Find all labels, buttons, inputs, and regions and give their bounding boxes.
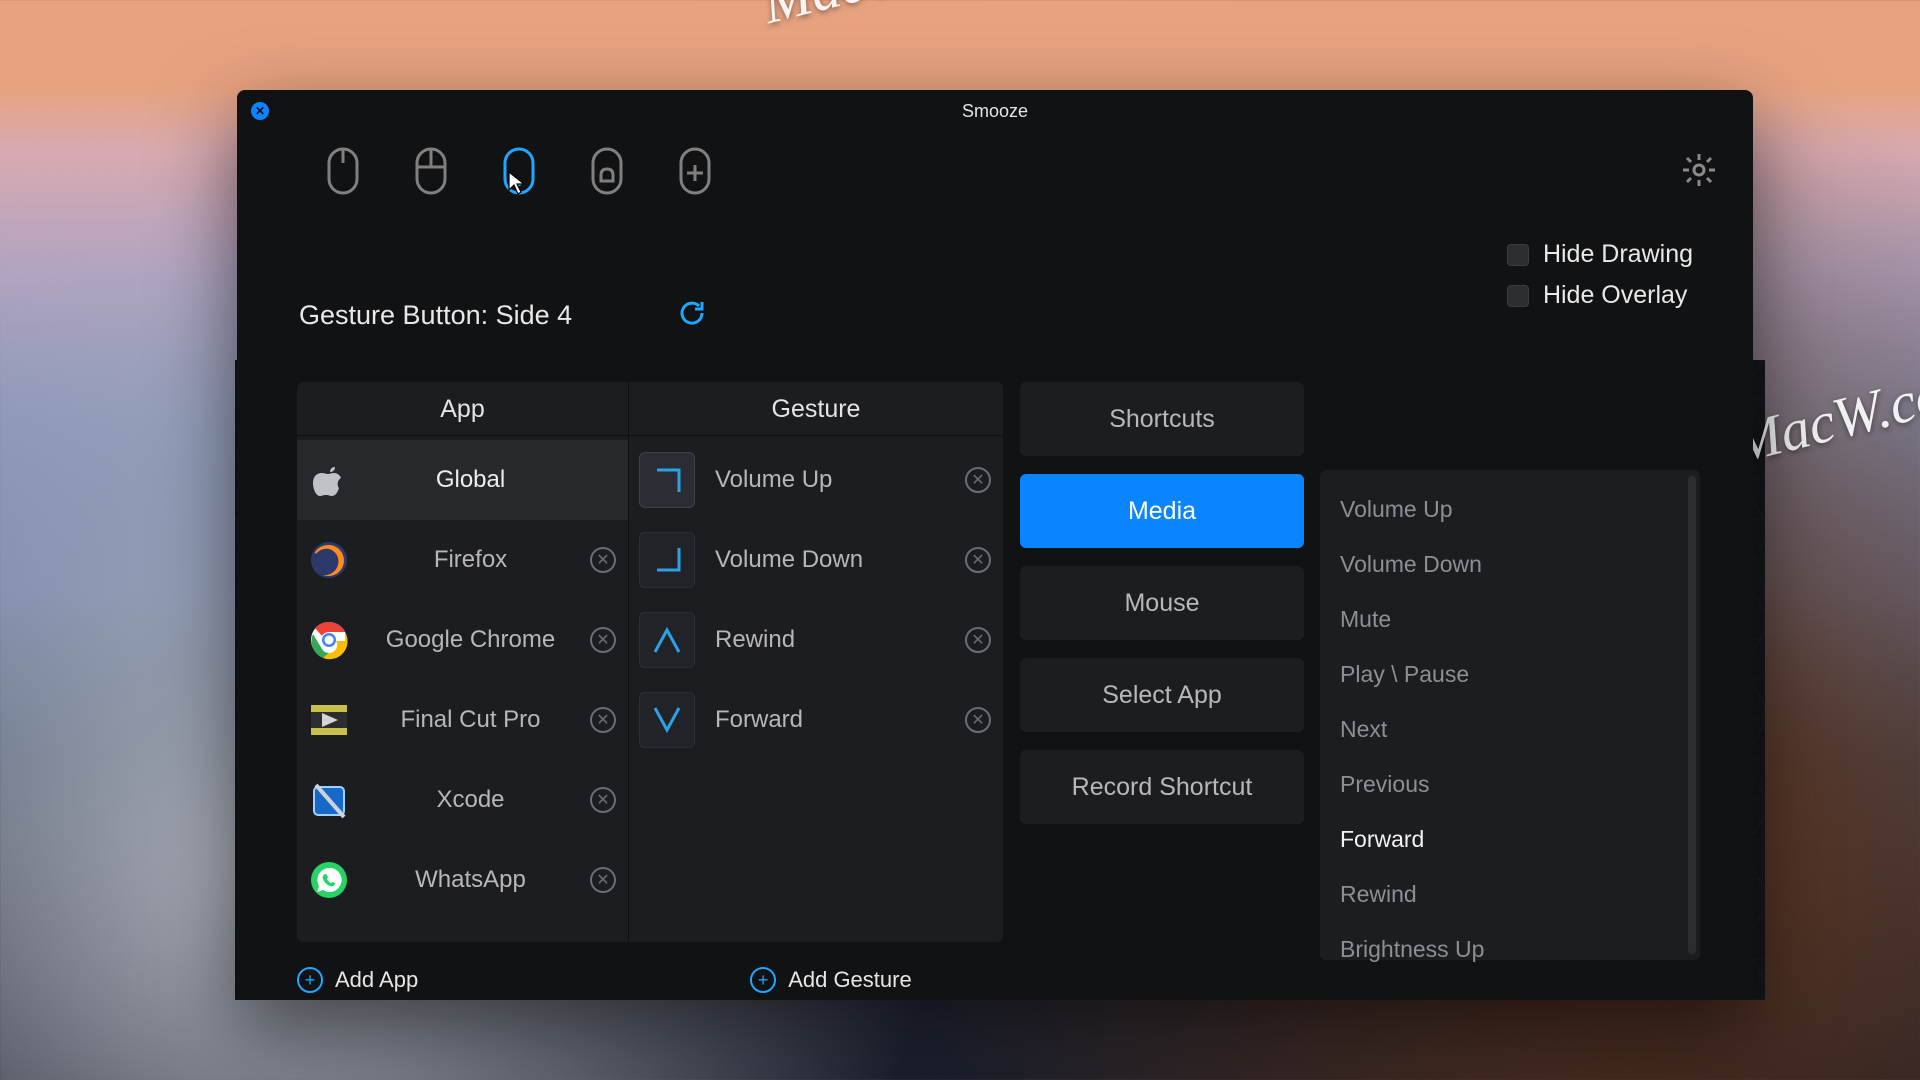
watermark: MacW.com <box>756 0 1022 37</box>
hide-drawing-label: Hide Drawing <box>1543 240 1693 269</box>
plus-icon: + <box>297 967 323 993</box>
window-title: Smooze <box>962 101 1028 121</box>
app-row[interactable]: Google Chrome ✕ <box>297 600 628 680</box>
settings-button[interactable] <box>1681 152 1717 193</box>
gesture-thumb-icon <box>639 612 695 668</box>
gesture-row[interactable]: Rewind ✕ <box>629 600 1003 680</box>
app-row[interactable]: Final Cut Pro ✕ <box>297 680 628 760</box>
hide-overlay-label: Hide Overlay <box>1543 281 1688 310</box>
action-item[interactable]: Mute <box>1320 592 1700 647</box>
refresh-button[interactable] <box>677 298 707 333</box>
action-item[interactable]: Next <box>1320 702 1700 757</box>
close-button[interactable]: ✕ <box>251 102 269 120</box>
category-list: Shortcuts Media Mouse Select App Record Shor… <box>1020 382 1304 824</box>
scrollbar[interactable] <box>1688 476 1696 954</box>
gesture-thumb-icon <box>639 532 695 588</box>
category-button[interactable]: Mouse <box>1020 566 1304 640</box>
remove-gesture-button[interactable]: ✕ <box>965 627 991 653</box>
add-gesture-button[interactable]: + Add Gesture <box>750 962 912 998</box>
chrome-icon <box>307 618 351 662</box>
gesture-row[interactable]: Volume Down ✕ <box>629 520 1003 600</box>
cursor-icon <box>507 170 527 201</box>
app-row[interactable]: WhatsApp ✕ <box>297 840 628 920</box>
app-name: Google Chrome <box>365 626 576 654</box>
action-list: Volume UpVolume DownMutePlay \ PauseNext… <box>1320 470 1700 960</box>
app-row[interactable]: Xcode ✕ <box>297 760 628 840</box>
remove-app-button[interactable]: ✕ <box>590 547 616 573</box>
add-gesture-label: Add Gesture <box>788 967 912 993</box>
gestures-column-header: Gesture <box>629 382 1003 436</box>
category-button[interactable]: Media <box>1020 474 1304 548</box>
firefox-icon <box>307 538 351 582</box>
apps-gestures-panel: App GlobalFirefox✕Google Chrome✕Final Cu… <box>297 382 1003 942</box>
plus-icon: + <box>750 967 776 993</box>
apps-column-header: App <box>297 382 628 436</box>
action-item[interactable]: Previous <box>1320 757 1700 812</box>
action-item[interactable]: Brightness Up <box>1320 922 1700 977</box>
category-button[interactable]: Select App <box>1020 658 1304 732</box>
app-name: Xcode <box>365 786 576 814</box>
gesture-row[interactable]: Forward ✕ <box>629 680 1003 760</box>
gesture-row[interactable]: Volume Up ✕ <box>629 440 1003 520</box>
gesture-thumb-icon <box>639 452 695 508</box>
category-button[interactable]: Shortcuts <box>1020 382 1304 456</box>
gesture-name: Forward <box>709 706 951 734</box>
gesture-name: Volume Down <box>709 546 951 574</box>
whatsapp-icon <box>307 858 351 902</box>
window-titlebar: ✕ Smooze <box>237 90 1753 132</box>
gesture-thumb-icon <box>639 692 695 748</box>
checkbox-icon <box>1507 244 1529 266</box>
action-item[interactable]: Rewind <box>1320 867 1700 922</box>
checkbox-icon <box>1507 285 1529 307</box>
app-name: Firefox <box>365 546 576 574</box>
action-item[interactable]: Volume Down <box>1320 537 1700 592</box>
app-name: Global <box>365 466 576 494</box>
tab-mouse-buttons[interactable] <box>405 140 457 202</box>
tab-mouse-move[interactable] <box>669 140 721 202</box>
tab-mouse-grab[interactable] <box>581 140 633 202</box>
apple-icon <box>307 458 351 502</box>
add-app-button[interactable]: + Add App <box>297 962 418 998</box>
hide-overlay-checkbox[interactable]: Hide Overlay <box>1507 281 1693 310</box>
xcode-icon <box>307 778 351 822</box>
app-name: WhatsApp <box>365 866 576 894</box>
action-item[interactable]: Forward <box>1320 812 1700 867</box>
remove-app-button[interactable]: ✕ <box>590 787 616 813</box>
remove-app-button[interactable]: ✕ <box>590 867 616 893</box>
remove-gesture-button[interactable]: ✕ <box>965 707 991 733</box>
remove-app-button[interactable]: ✕ <box>590 707 616 733</box>
remove-gesture-button[interactable]: ✕ <box>965 547 991 573</box>
app-window: ✕ Smooze Hide Drawing Hide <box>237 90 1753 1000</box>
gesture-name: Volume Up <box>709 466 951 494</box>
section-title: Gesture Button: Side 4 <box>299 300 572 331</box>
action-item[interactable]: Play \ Pause <box>1320 647 1700 702</box>
finalcut-icon <box>307 698 351 742</box>
remove-app-button[interactable]: ✕ <box>590 627 616 653</box>
add-app-label: Add App <box>335 967 418 993</box>
app-row[interactable]: Global <box>297 440 628 520</box>
hide-drawing-checkbox[interactable]: Hide Drawing <box>1507 240 1693 269</box>
remove-gesture-button[interactable]: ✕ <box>965 467 991 493</box>
gesture-name: Rewind <box>709 626 951 654</box>
app-name: Final Cut Pro <box>365 706 576 734</box>
app-row[interactable]: Firefox ✕ <box>297 520 628 600</box>
category-button[interactable]: Record Shortcut <box>1020 750 1304 824</box>
tab-mouse-basic[interactable] <box>317 140 369 202</box>
action-item[interactable]: Volume Up <box>1320 482 1700 537</box>
